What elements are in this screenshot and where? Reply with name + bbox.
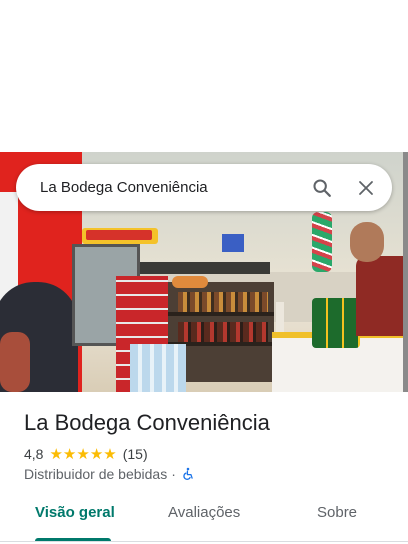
review-count[interactable]: (15)	[123, 446, 148, 462]
tab-reviews[interactable]: Avaliações	[168, 504, 240, 521]
category-row: Distribuidor de bebidas ·	[24, 465, 195, 483]
search-icon	[313, 178, 331, 197]
star-icon: ★	[62, 445, 77, 463]
search-input[interactable]: La Bodega Conveniência	[40, 179, 302, 196]
star-icon: ★	[103, 445, 117, 463]
wheelchair-icon	[181, 467, 195, 481]
tabs-divider	[0, 541, 408, 542]
place-title: La Bodega Conveniência	[24, 410, 270, 435]
rating-value: 4,8	[24, 446, 44, 462]
place-tabs: Visão geral Avaliações Sobre	[0, 500, 408, 544]
clear-search-button[interactable]	[346, 168, 386, 208]
separator-dot: ·	[171, 466, 176, 482]
search-bar[interactable]: La Bodega Conveniência	[16, 164, 392, 211]
tab-overview[interactable]: Visão geral	[35, 504, 115, 521]
blank-map-area	[0, 0, 408, 152]
place-category: Distribuidor de bebidas	[24, 466, 168, 482]
rating-row[interactable]: 4,8 ★ ★ ★ ★ ★ (15)	[24, 445, 148, 463]
star-icon: ★	[49, 445, 63, 463]
star-icon: ★	[76, 445, 90, 463]
search-button[interactable]	[302, 168, 342, 208]
tab-about[interactable]: Sobre	[317, 504, 357, 521]
close-icon	[359, 180, 373, 195]
star-icon: ★	[89, 445, 104, 463]
scrollbar[interactable]	[403, 152, 408, 392]
star-rating: ★ ★ ★ ★ ★	[49, 447, 116, 462]
